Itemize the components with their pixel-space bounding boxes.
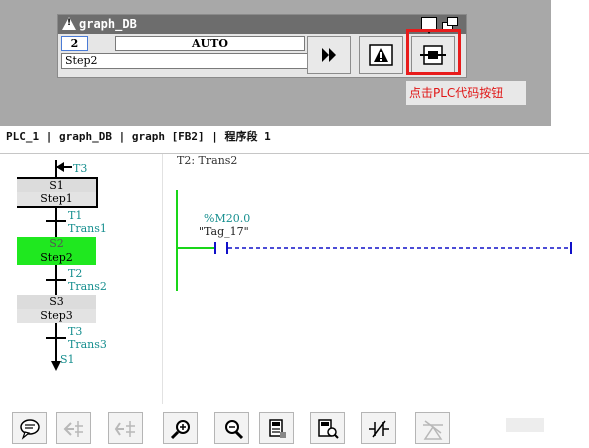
transition-name[interactable]: Trans1 <box>68 222 107 235</box>
zoom-in-button[interactable] <box>163 412 198 444</box>
nc-contact-icon <box>369 420 389 438</box>
insert-before-icon <box>63 421 83 437</box>
monitor-icon <box>269 419 286 438</box>
fast-forward-icon <box>322 48 336 62</box>
nc-contact-button[interactable] <box>361 412 396 444</box>
toolbar-placeholder <box>506 418 544 432</box>
step-number-field[interactable]: 2 <box>61 36 88 51</box>
faceplate-titlebar: graph_DB <box>58 15 466 34</box>
transition-name[interactable]: Trans3 <box>68 338 107 351</box>
step-number: S1 <box>17 179 96 193</box>
faceplate-margin <box>551 0 589 126</box>
step-number: S3 <box>17 295 96 309</box>
monitor-button[interactable] <box>259 412 294 444</box>
fast-forward-button[interactable] <box>307 36 351 74</box>
step-number: S2 <box>17 237 96 251</box>
sequence-chain: T3 S1 Step1 T1 Trans1 S2 Step2 T2 Trans2… <box>0 154 160 404</box>
arrow-left-icon <box>56 162 64 172</box>
transition-number: T1 <box>68 209 83 222</box>
step-name-field: Step2 <box>61 53 308 69</box>
pane-divider <box>162 154 163 404</box>
faceplate-title: graph_DB <box>79 17 137 31</box>
transition-name[interactable]: Trans2 <box>68 280 107 293</box>
network-button[interactable] <box>415 412 450 444</box>
network-label: T2: Trans2 <box>177 154 238 167</box>
mode-field[interactable]: AUTO <box>115 36 305 51</box>
step-name[interactable]: Step1 <box>17 192 96 206</box>
transition-bar[interactable] <box>46 337 66 339</box>
breadcrumb: PLC_1 | graph_DB | graph [FB2] | 程序段 1 <box>6 130 271 143</box>
transition-number: T3 <box>73 162 88 175</box>
transition-number: T2 <box>68 267 83 280</box>
transition-bar[interactable] <box>46 279 66 281</box>
operand-address[interactable]: %M20.0 <box>204 212 250 225</box>
transition-bar[interactable] <box>46 220 66 222</box>
zoom-out-button[interactable] <box>214 412 249 444</box>
monitor-zoom-icon <box>318 419 339 439</box>
insert-after-icon <box>114 421 135 437</box>
alarm-warning-icon <box>369 44 393 66</box>
step-name[interactable]: Step2 <box>17 251 96 265</box>
zoom-out-icon <box>225 420 244 440</box>
comment-icon <box>20 419 40 440</box>
jump-target[interactable]: S1 <box>60 353 75 366</box>
warning-icon <box>62 17 76 30</box>
plc-button-highlight <box>406 29 461 75</box>
transition-number: T3 <box>68 325 83 338</box>
operand-tag[interactable]: "Tag_17" <box>199 225 249 238</box>
network-icon <box>423 420 443 440</box>
faceplate-panel: graph_DB 2 AUTO Step2 <box>0 0 551 126</box>
insert-after-button[interactable] <box>108 412 143 444</box>
bottom-toolbar <box>0 404 589 448</box>
zoom-in-icon <box>170 420 190 440</box>
monitor-zoom-button[interactable] <box>310 412 345 444</box>
ladder-rung[interactable] <box>176 238 576 258</box>
step-name[interactable]: Step3 <box>17 309 96 323</box>
alarm-button[interactable] <box>359 36 403 74</box>
comment-button[interactable] <box>12 412 47 444</box>
annotation-label: 点击PLC代码按钮 <box>406 81 526 105</box>
insert-before-button[interactable] <box>56 412 91 444</box>
